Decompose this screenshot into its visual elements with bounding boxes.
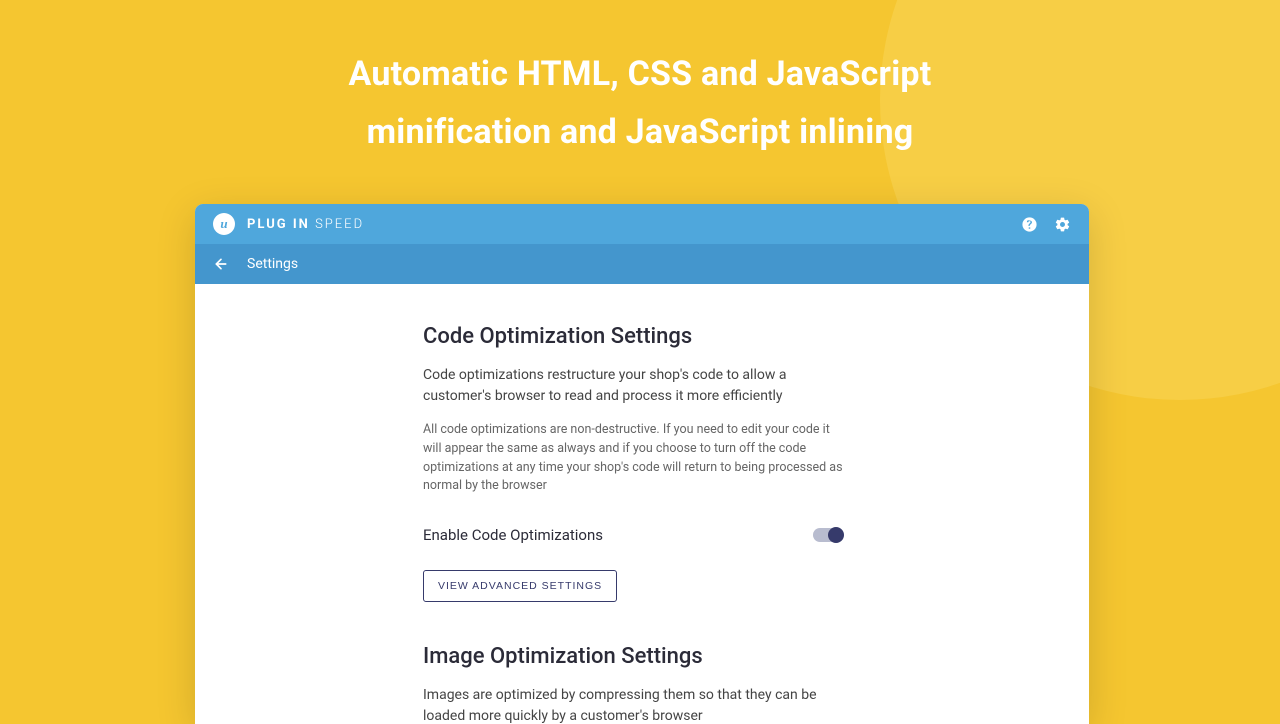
back-arrow-icon[interactable] bbox=[213, 256, 229, 272]
code-optimization-section: Code Optimization Settings Code optimiza… bbox=[423, 324, 1089, 602]
logo-icon: u bbox=[213, 213, 235, 235]
enable-code-row: Enable Code Optimizations bbox=[423, 526, 843, 544]
brand-bold: PLUG IN bbox=[247, 217, 310, 232]
titlebar-left: u PLUG IN SPEED bbox=[213, 213, 364, 235]
image-optimization-section: Image Optimization Settings Images are o… bbox=[423, 644, 1089, 724]
content-area: Code Optimization Settings Code optimiza… bbox=[195, 284, 1089, 724]
subheader-bar: Settings bbox=[195, 244, 1089, 284]
subheader-title: Settings bbox=[247, 256, 298, 272]
image-section-title: Image Optimization Settings bbox=[423, 644, 1089, 669]
toggle-knob-icon bbox=[828, 527, 844, 543]
code-desc-secondary: All code optimizations are non-destructi… bbox=[423, 421, 843, 496]
gear-icon[interactable] bbox=[1054, 216, 1071, 233]
image-desc-primary: Images are optimized by compressing them… bbox=[423, 685, 843, 724]
code-desc-primary: Code optimizations restructure your shop… bbox=[423, 365, 843, 407]
enable-code-label: Enable Code Optimizations bbox=[423, 526, 603, 544]
hero-line2: minification and JavaScript inlining bbox=[0, 104, 1280, 162]
hero-line1: Automatic HTML, CSS and JavaScript bbox=[0, 46, 1280, 104]
view-advanced-settings-button[interactable]: VIEW ADVANCED SETTINGS bbox=[423, 570, 617, 602]
titlebar-right bbox=[1021, 216, 1071, 233]
code-section-title: Code Optimization Settings bbox=[423, 324, 1089, 349]
brand-text: PLUG IN SPEED bbox=[247, 217, 364, 232]
help-icon[interactable] bbox=[1021, 216, 1038, 233]
titlebar: u PLUG IN SPEED bbox=[195, 204, 1089, 244]
hero-title: Automatic HTML, CSS and JavaScript minif… bbox=[0, 0, 1280, 162]
app-window: u PLUG IN SPEED Settings Code Optimizati… bbox=[195, 204, 1089, 724]
enable-code-toggle[interactable] bbox=[813, 528, 843, 542]
brand-light: SPEED bbox=[315, 217, 364, 232]
